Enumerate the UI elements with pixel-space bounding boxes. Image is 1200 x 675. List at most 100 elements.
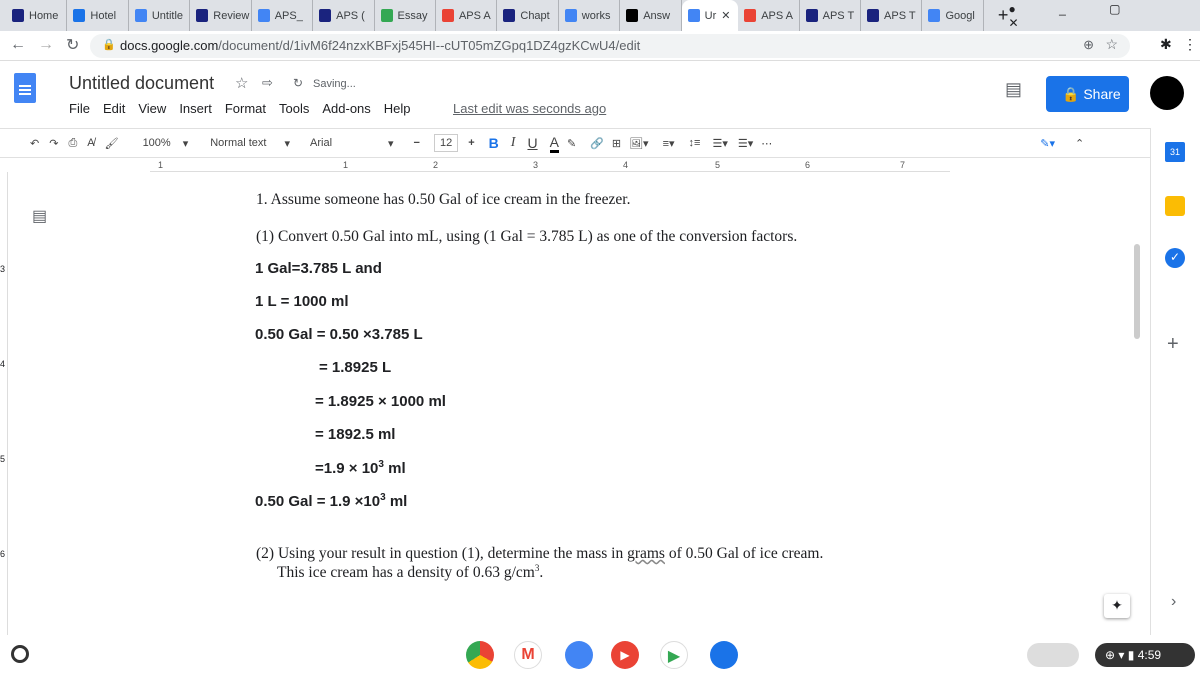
text-color-button[interactable]: A <box>549 134 559 153</box>
spellcheck-icon[interactable]: A̸ <box>87 137 94 149</box>
new-tab-icon[interactable]: + <box>998 5 1009 26</box>
doc-title[interactable]: Untitled document <box>69 73 214 94</box>
menu-add-ons[interactable]: Add-ons <box>322 101 370 116</box>
bold-button[interactable]: B <box>489 135 499 151</box>
extensions-icon[interactable]: ✱ <box>1160 36 1172 53</box>
chrome-icon[interactable] <box>466 641 494 669</box>
browser-tab[interactable]: Home <box>6 0 68 31</box>
status-tray[interactable]: ⊕ ▾ ▮ 4:59 <box>1095 643 1195 667</box>
last-edit-link[interactable]: Last edit was seconds ago <box>453 101 606 116</box>
bookmark-star-icon[interactable]: ☆ <box>1105 36 1118 53</box>
chevron-down-icon: ▾ <box>182 137 189 150</box>
more-icon[interactable]: ⋯ <box>761 137 772 150</box>
calendar-icon[interactable]: 31 <box>1165 142 1185 162</box>
youtube-icon[interactable]: ▶ <box>611 641 639 669</box>
ruler-tick-label: 6 <box>805 160 811 170</box>
share-button[interactable]: 🔒 Share <box>1046 76 1129 112</box>
tab-bar: Home Hotel Untitle Review APS_ APS (Essay APS … <box>0 0 1200 31</box>
gmail-icon <box>744 9 757 22</box>
menu-tools[interactable]: Tools <box>279 101 309 116</box>
browser-tab[interactable]: APS_ <box>252 0 314 31</box>
reload-icon[interactable]: ↻ <box>66 35 79 55</box>
forward-icon[interactable]: → <box>38 36 54 54</box>
browser-tab[interactable]: APS T <box>800 0 862 31</box>
spelling-flag[interactable]: grams <box>627 545 665 562</box>
zoom-select[interactable]: 100% <box>143 137 171 149</box>
decrease-size-button[interactable]: − <box>414 137 420 149</box>
link-icon[interactable]: 🔗 <box>590 137 604 150</box>
editing-mode-icon[interactable]: ✎▾ <box>1040 137 1055 150</box>
line-spacing-icon[interactable]: ↕≡ <box>689 137 701 149</box>
launcher-icon[interactable] <box>11 645 29 663</box>
bulleted-list-icon[interactable]: ☰▾ <box>738 137 753 150</box>
menu-insert[interactable]: Insert <box>179 101 212 116</box>
show-panel-icon[interactable]: › <box>1171 593 1176 611</box>
browser-tab[interactable]: APS A <box>436 0 498 31</box>
close-icon[interactable]: ✕ <box>721 9 730 22</box>
tab-label: APS A <box>458 9 491 22</box>
url-input[interactable]: 🔒 docs.google.com/document/d/1ivM6f24nzx… <box>90 34 1130 58</box>
increase-size-button[interactable]: + <box>468 137 474 149</box>
browser-tab[interactable]: works <box>559 0 621 31</box>
tab-label: APS_ <box>274 9 303 22</box>
menu-edit[interactable]: Edit <box>103 101 125 116</box>
docs-logo-icon[interactable] <box>14 73 36 103</box>
move-folder-icon[interactable]: ⇨ <box>262 75 273 91</box>
add-addon-icon[interactable]: + <box>1167 333 1179 356</box>
menu-help[interactable]: Help <box>384 101 411 116</box>
undo-icon[interactable]: ↶ <box>30 137 39 150</box>
text: ml <box>383 460 406 477</box>
docs-app-icon[interactable] <box>565 641 593 669</box>
image-icon[interactable]: 🖼▾ <box>629 137 649 150</box>
browser-tab[interactable]: Answ <box>620 0 682 31</box>
menu-file[interactable]: File <box>69 101 90 116</box>
scrollbar[interactable] <box>1134 244 1140 339</box>
keep-icon[interactable] <box>1165 196 1185 216</box>
font-select[interactable]: Arial <box>310 137 390 149</box>
underline-button[interactable]: U <box>527 135 537 151</box>
browser-tab[interactable]: APS A <box>738 0 800 31</box>
menu-format[interactable]: Format <box>225 101 266 116</box>
star-icon[interactable]: ☆ <box>235 74 248 92</box>
browser-tab[interactable]: Ur ✕ <box>681 0 739 31</box>
ruler-tick-label: 7 <box>900 160 906 170</box>
explore-button[interactable]: ✦ <box>1104 594 1130 618</box>
browser-tab[interactable]: Hotel <box>67 0 129 31</box>
window-controls[interactable]: ● _ ▢ ✕ <box>1009 2 1189 30</box>
files-icon[interactable] <box>710 641 738 669</box>
checklist-icon[interactable]: ☰▾ <box>712 137 727 150</box>
avatar[interactable] <box>1150 76 1184 110</box>
back-icon[interactable]: ← <box>10 36 26 54</box>
menu-icon[interactable]: ⋮ <box>1183 36 1197 53</box>
tab-label: Answ <box>643 9 671 22</box>
align-icon[interactable]: ≡▾ <box>663 137 675 150</box>
zoom-icon[interactable]: ⊕ <box>1083 37 1094 53</box>
horizontal-ruler[interactable]: 1 1 2 3 4 5 6 7 <box>150 160 950 172</box>
italic-button[interactable]: I <box>511 135 516 151</box>
browser-tab[interactable]: APS T <box>861 0 923 31</box>
browser-tab[interactable]: Review <box>190 0 252 31</box>
paint-format-icon[interactable]: 🖌 <box>105 137 119 150</box>
tray-preview[interactable] <box>1027 643 1079 667</box>
tasks-icon[interactable]: ✓ <box>1165 248 1185 268</box>
vertical-ruler[interactable]: 3 4 5 6 <box>0 172 8 635</box>
play-store-icon[interactable]: ▶ <box>660 641 688 669</box>
collapse-icon[interactable]: ⌃ <box>1075 137 1084 150</box>
font-size-input[interactable]: 12 <box>433 134 459 152</box>
outline-icon[interactable]: ▤ <box>32 206 47 226</box>
gmail-icon[interactable]: M <box>514 641 542 669</box>
menu-view[interactable]: View <box>138 101 166 116</box>
browser-tab[interactable]: Googl <box>922 0 984 31</box>
comments-icon[interactable]: ▤ <box>1005 79 1022 100</box>
style-select[interactable]: Normal text <box>210 137 266 149</box>
browser-tab[interactable]: Essay <box>375 0 436 31</box>
print-icon[interactable]: ⎙ <box>68 137 77 150</box>
browser-tab[interactable]: APS ( <box>313 0 375 31</box>
browser-tab[interactable]: Chapt <box>497 0 559 31</box>
tab-label: Hotel <box>90 9 117 22</box>
add-comment-icon[interactable]: ⊞ <box>612 137 621 150</box>
highlight-icon[interactable]: ✎ <box>567 137 576 150</box>
docs-header: Untitled document ☆ ⇨ ↻ Saving... File Ed… <box>0 61 1200 128</box>
browser-tab[interactable]: Untitle <box>129 0 191 31</box>
redo-icon[interactable]: ↷ <box>49 137 58 150</box>
